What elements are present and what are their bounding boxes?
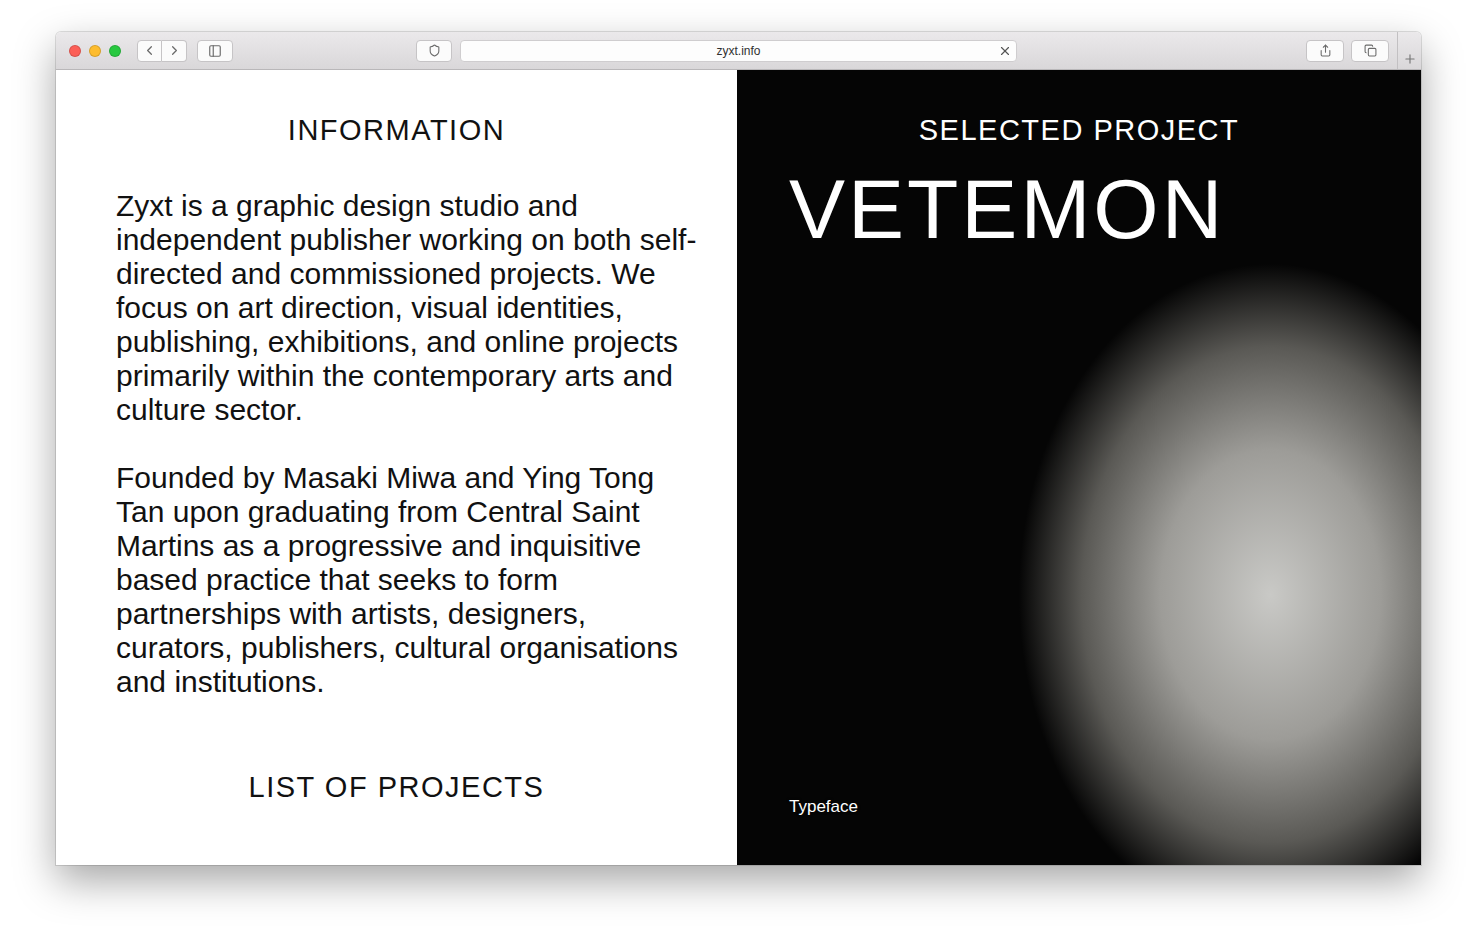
shield-icon <box>428 44 441 57</box>
page: zyxt.info INFORMATION Zyxt is a graphic de… <box>0 0 1477 945</box>
information-panel: INFORMATION Zyxt is a graphic design stud… <box>56 70 737 865</box>
close-button[interactable] <box>69 45 81 57</box>
url-text: zyxt.info <box>716 44 760 58</box>
content: INFORMATION Zyxt is a graphic design stud… <box>56 70 1421 865</box>
information-paragraph: Founded by Masaki Miwa and Ying Tong Tan… <box>116 461 701 699</box>
toolbar: zyxt.info <box>56 32 1421 70</box>
browser-window: zyxt.info INFORMATION Zyxt is a graphic de… <box>56 32 1421 865</box>
address-bar[interactable]: zyxt.info <box>460 40 1017 62</box>
project-title[interactable]: VETEMON <box>789 167 1401 251</box>
tabs-icon <box>1364 44 1377 57</box>
share-icon <box>1319 44 1332 57</box>
window-controls <box>69 45 121 57</box>
minimize-button[interactable] <box>89 45 101 57</box>
clear-button[interactable] <box>998 44 1012 58</box>
back-button[interactable] <box>137 40 162 62</box>
project-heading: SELECTED PROJECT <box>789 114 1401 147</box>
list-heading[interactable]: LIST OF PROJECTS <box>116 771 677 804</box>
project-category: Typeface <box>789 797 1401 817</box>
plus-icon <box>1403 52 1417 66</box>
x-icon <box>998 44 1012 58</box>
project-panel[interactable]: SELECTED PROJECT VETEMON Typeface <box>737 70 1421 865</box>
privacy-button[interactable] <box>416 40 452 62</box>
share-button[interactable] <box>1306 40 1344 62</box>
sidebar-icon <box>208 44 222 58</box>
chevron-left-icon <box>142 43 157 58</box>
information-paragraph: Zyxt is a graphic design studio and inde… <box>116 189 701 427</box>
information-heading: INFORMATION <box>116 114 677 147</box>
navigation <box>137 40 187 62</box>
forward-button[interactable] <box>162 40 187 62</box>
tabs-button[interactable] <box>1351 40 1389 62</box>
new-tab-button[interactable] <box>1397 32 1421 69</box>
zoom-button[interactable] <box>109 45 121 57</box>
chevron-right-icon <box>167 43 182 58</box>
sidebar-button[interactable] <box>197 40 233 62</box>
